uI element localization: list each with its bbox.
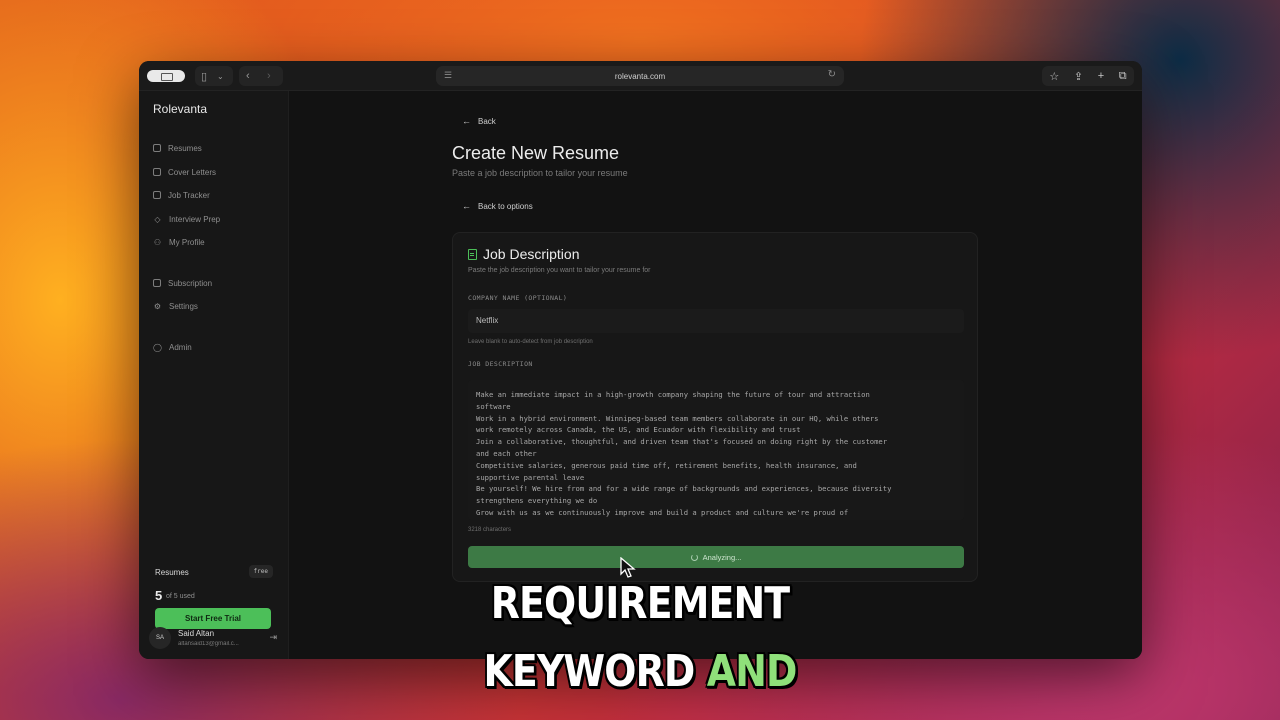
page-settings-icon[interactable]: ☰	[444, 70, 452, 81]
back-to-options-label: Back to options	[478, 201, 533, 211]
sidebar-item-label: Settings	[169, 301, 198, 311]
sidebar-item-label: Subscription	[168, 278, 213, 288]
nav-buttons: ‹ ›	[239, 66, 283, 86]
back-link[interactable]: ← Back	[462, 116, 496, 126]
card-subtitle: Paste the job description you want to ta…	[468, 267, 651, 274]
browser-actions: ☆ ⇪ + ⧉	[1042, 66, 1134, 86]
address-bar[interactable]: ☰ rolevanta.com ↻	[436, 66, 844, 86]
graduation-cap-icon: ◇	[154, 214, 161, 224]
sidebar-item-label: Admin	[169, 342, 192, 352]
sidebar-item-job-tracker[interactable]: Job Tracker	[153, 187, 210, 203]
main-content: ← Back Create New Resume Paste a job des…	[289, 91, 1142, 659]
sidebar-item-subscription[interactable]: Subscription	[153, 275, 212, 291]
star-icon[interactable]: ☆	[1049, 70, 1059, 83]
arrow-left-icon: ←	[462, 201, 471, 211]
page-subtitle: Paste a job description to tailor your r…	[452, 168, 628, 178]
card-title-text: Job Description	[483, 246, 580, 262]
back-label: Back	[478, 116, 496, 126]
tabs-overview-icon[interactable]: ⧉	[1119, 70, 1127, 83]
mouse-cursor-icon	[620, 557, 636, 578]
company-name-label: COMPANY NAME (OPTIONAL)	[468, 294, 568, 302]
usage-title: Resumes	[155, 568, 189, 577]
logout-icon[interactable]: ⇥	[269, 632, 277, 643]
caption-text: KEYWORD	[483, 646, 695, 697]
analyze-button-label: Analyzing...	[702, 552, 742, 562]
character-count: 3218 characters	[468, 527, 512, 533]
share-icon[interactable]: ⇪	[1074, 70, 1083, 83]
shield-icon: ◯	[153, 342, 162, 352]
sidebar-item-label: Resumes	[168, 143, 202, 153]
card-title: Job Description	[468, 246, 580, 262]
briefcase-icon	[153, 191, 161, 199]
page-title: Create New Resume	[452, 143, 620, 163]
reload-icon[interactable]: ↻	[828, 69, 836, 80]
plan-badge: free	[248, 565, 273, 578]
sidebar-item-label: Cover Letters	[168, 167, 217, 177]
sidebar-item-resumes[interactable]: Resumes	[153, 140, 202, 156]
user-name: Said Altan	[178, 629, 215, 638]
caption-highlight-text: AND	[706, 646, 798, 697]
user-icon: ⚇	[153, 237, 162, 247]
browser-window: ▯ ⌄ ‹ › ☰ rolevanta.com ↻ ☆ ⇪ + ⧉ Roleva…	[139, 61, 1142, 659]
brand-logo[interactable]: Rolevanta	[153, 102, 207, 116]
sidebar-item-label: My Profile	[169, 237, 205, 247]
new-tab-icon[interactable]: +	[1098, 70, 1104, 82]
chevron-down-icon: ⌄	[217, 71, 224, 81]
sidebar-item-label: Job Tracker	[168, 190, 210, 200]
caption-line-2: KEYWORD AND	[90, 646, 1191, 697]
document-icon	[153, 144, 161, 152]
url-text: rolevanta.com	[614, 71, 666, 81]
caption-text: REQUIREMENT	[490, 578, 790, 629]
sidebar-item-admin[interactable]: ◯ Admin	[153, 339, 192, 355]
job-description-card: Job Description Paste the job descriptio…	[452, 232, 978, 582]
analyze-button[interactable]: Analyzing...	[468, 546, 964, 568]
gear-icon: ⚙	[153, 301, 162, 311]
back-to-options-link[interactable]: ← Back to options	[462, 201, 533, 211]
mail-icon	[153, 168, 161, 176]
sidebar-item-interview-prep[interactable]: ◇ Interview Prep	[153, 211, 220, 227]
sidebar-icon: ▯	[201, 70, 208, 83]
sidebar: Rolevanta Resumes Cover Letters Job Trac…	[139, 91, 289, 659]
sidebar-item-my-profile[interactable]: ⚇ My Profile	[153, 234, 205, 250]
job-description-label: JOB DESCRIPTION	[468, 360, 533, 368]
forward-arrow-icon[interactable]: ›	[267, 67, 271, 85]
sidebar-item-settings[interactable]: ⚙ Settings	[153, 298, 198, 314]
arrow-left-icon: ←	[462, 116, 471, 126]
back-arrow-icon[interactable]: ‹	[246, 67, 250, 85]
sidebar-item-label: Interview Prep	[169, 214, 221, 224]
window-controls[interactable]	[147, 70, 185, 82]
company-name-input[interactable]: Netflix	[468, 309, 964, 333]
browser-toolbar: ▯ ⌄ ‹ › ☰ rolevanta.com ↻ ☆ ⇪ + ⧉	[139, 61, 1142, 91]
sidebar-toggle-button[interactable]: ▯ ⌄	[195, 66, 233, 86]
job-description-textarea[interactable]: Make an immediate impact in a high-growt…	[468, 380, 964, 520]
sidebar-item-cover-letters[interactable]: Cover Letters	[153, 164, 216, 180]
document-icon	[468, 248, 477, 260]
loading-spinner-icon	[690, 553, 698, 561]
caption-line-1: REQUIREMENT	[90, 578, 1191, 629]
company-name-hint: Leave blank to auto-detect from job desc…	[468, 339, 593, 345]
credit-card-icon	[153, 279, 161, 287]
